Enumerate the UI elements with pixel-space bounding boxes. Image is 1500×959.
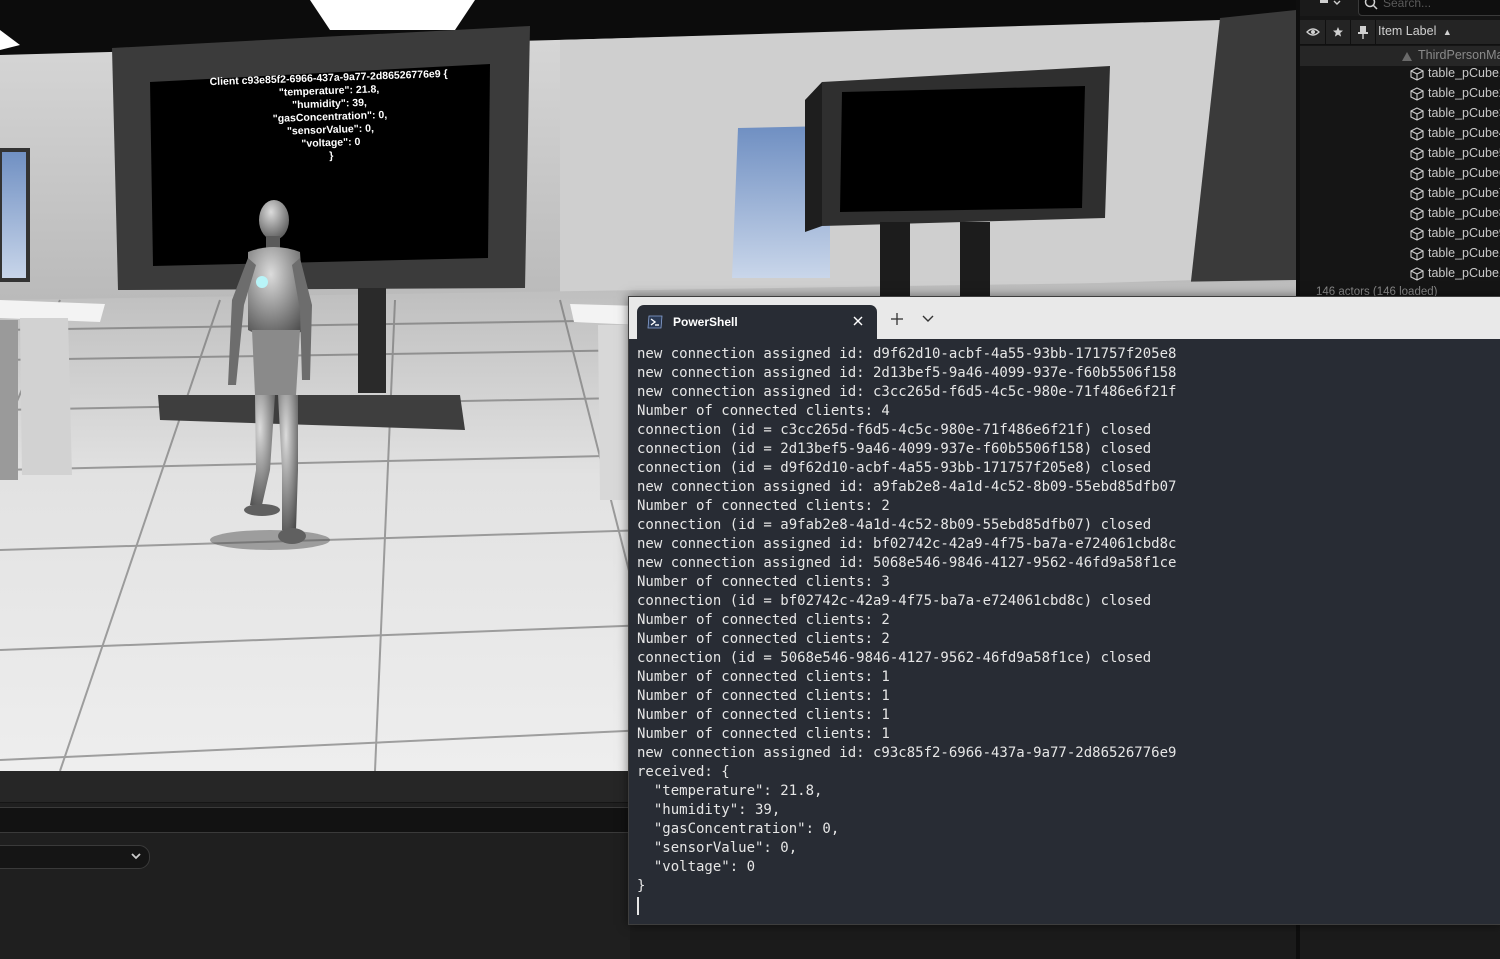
- static-mesh-icon: [1410, 67, 1424, 81]
- terminal-line: Number of connected clients: 1: [637, 726, 890, 742]
- pin-column[interactable]: [1351, 20, 1376, 44]
- outliner-item[interactable]: table_pCube10: [1300, 244, 1500, 264]
- terminal-line: "humidity": 39,: [637, 802, 781, 818]
- outliner-item-label: table_pCube11: [1428, 266, 1500, 280]
- terminal-line: connection (id = d9f62d10-acbf-4a55-93bb…: [637, 460, 1152, 476]
- search-placeholder: Search...: [1383, 0, 1432, 10]
- terminal-line: Number of connected clients: 1: [637, 688, 890, 704]
- static-mesh-icon: [1410, 267, 1424, 281]
- terminal-line: connection (id = bf02742c-42a9-4f75-ba7a…: [637, 593, 1152, 609]
- bottom-panel: [0, 771, 630, 959]
- outliner-parent-row[interactable]: ThirdPersonMap: [1300, 46, 1500, 66]
- outliner-item[interactable]: table_pCube3: [1300, 104, 1500, 124]
- tab-powershell[interactable]: PowerShell: [637, 305, 877, 339]
- console-input-bar[interactable]: [0, 807, 630, 833]
- outliner-item-label: table_pCube6: [1428, 166, 1500, 180]
- outliner-panel: Search... Item Label ▲ ThirdPersonM tabl…: [1296, 0, 1500, 296]
- outliner-item-label: table_pCube4: [1428, 126, 1500, 140]
- terminal-output[interactable]: new connection assigned id: d9f62d10-acb…: [637, 345, 1500, 924]
- terminal-line: received: {: [637, 764, 730, 780]
- powershell-icon: [647, 315, 663, 329]
- outliner-item-label: table_pCube1: [1428, 66, 1500, 80]
- outliner-item-label: table_pCube7: [1428, 186, 1500, 200]
- terminal-line: new connection assigned id: a9fab2e8-4a1…: [637, 479, 1177, 495]
- map-icon: [1402, 52, 1412, 61]
- outliner-item[interactable]: table_pCube4: [1300, 124, 1500, 144]
- favorite-column[interactable]: [1326, 20, 1351, 44]
- terminal-line: new connection assigned id: d9f62d10-acb…: [637, 346, 1177, 362]
- outliner-toolbar: Search...: [1300, 0, 1500, 16]
- sort-ascending-icon: ▲: [1442, 27, 1452, 37]
- terminal-line: connection (id = 5068e546-9846-4127-9562…: [637, 650, 1152, 666]
- outliner-item-label: table_pCube3: [1428, 106, 1500, 120]
- chevron-down-icon[interactable]: [921, 313, 935, 325]
- bottom-dropdown[interactable]: [0, 845, 150, 869]
- close-icon[interactable]: [851, 314, 865, 328]
- outliner-item[interactable]: table_pCube5: [1300, 144, 1500, 164]
- static-mesh-icon: [1410, 247, 1424, 261]
- terminal-line: new connection assigned id: 2d13bef5-9a4…: [637, 365, 1177, 381]
- tab-title: PowerShell: [673, 315, 738, 329]
- outliner-item-label: table_pCube10: [1428, 246, 1500, 260]
- item-label-text: Item Label: [1378, 24, 1437, 38]
- terminal-line: Number of connected clients: 2: [637, 498, 890, 514]
- outliner-item[interactable]: table_pCube6: [1300, 164, 1500, 184]
- eye-icon: [1305, 28, 1320, 36]
- pin-icon: [1358, 26, 1368, 39]
- terminal-line: new connection assigned id: 5068e546-984…: [637, 555, 1177, 571]
- outliner-item-label: table_pCube2: [1428, 86, 1500, 100]
- terminal-line: Number of connected clients: 1: [637, 707, 890, 723]
- terminal-line: new connection assigned id: c3cc265d-f6d…: [637, 384, 1177, 400]
- static-mesh-icon: [1410, 187, 1424, 201]
- outliner-item-label: table_pCube8: [1428, 206, 1500, 220]
- monitor-display-text: Client c93e85f2-6966-437a-9a77-2d8652677…: [184, 67, 477, 168]
- terminal-line: connection (id = 2d13bef5-9a46-4099-937e…: [637, 441, 1152, 457]
- text-cursor: [637, 897, 639, 915]
- outliner-item[interactable]: table_pCube11: [1300, 264, 1500, 284]
- static-mesh-icon: [1410, 207, 1424, 221]
- plus-icon[interactable]: [889, 311, 905, 327]
- terminal-line: Number of connected clients: 2: [637, 612, 890, 628]
- static-mesh-icon: [1410, 227, 1424, 241]
- outliner-item-label: table_pCube5: [1428, 146, 1500, 160]
- outliner-footer: 146 actors (146 loaded): [1316, 286, 1438, 296]
- terminal-line: "voltage": 0: [637, 859, 756, 875]
- static-mesh-icon: [1410, 107, 1424, 121]
- outliner-search-input[interactable]: Search...: [1358, 0, 1500, 16]
- terminal-line: Number of connected clients: 3: [637, 574, 890, 590]
- terminal-line: connection (id = c3cc265d-f6d5-4c5c-980e…: [637, 422, 1152, 438]
- outliner-item[interactable]: table_pCube1: [1300, 64, 1500, 84]
- bottom-toolbar: [0, 771, 630, 803]
- static-mesh-icon: [1410, 127, 1424, 141]
- terminal-titlebar: PowerShell: [629, 297, 1500, 339]
- terminal-line: connection (id = a9fab2e8-4a1d-4c52-8b09…: [637, 517, 1152, 533]
- outliner-header: Item Label ▲: [1300, 20, 1500, 45]
- terminal-line: "gasConcentration": 0,: [637, 821, 840, 837]
- outliner-item[interactable]: table_pCube7: [1300, 184, 1500, 204]
- outliner-item-label: table_pCube9: [1428, 226, 1500, 240]
- static-mesh-icon: [1410, 87, 1424, 101]
- terminal-line: }: [637, 878, 646, 894]
- filter-icon[interactable]: [1318, 0, 1342, 8]
- chevron-down-icon: [131, 853, 141, 860]
- static-mesh-icon: [1410, 167, 1424, 181]
- search-icon: [1364, 0, 1378, 10]
- outliner-item[interactable]: table_pCube8: [1300, 204, 1500, 224]
- terminal-line: new connection assigned id: bf02742c-42a…: [637, 536, 1177, 552]
- star-icon: [1333, 27, 1343, 37]
- outliner-parent-label: ThirdPersonMap: [1418, 48, 1500, 62]
- terminal-line: "sensorValue": 0,: [637, 840, 798, 856]
- terminal-line: Number of connected clients: 2: [637, 631, 890, 647]
- terminal-line: new connection assigned id: c93c85f2-696…: [637, 745, 1177, 761]
- visibility-column[interactable]: [1300, 20, 1326, 44]
- terminal-line: "temperature": 21.8,: [637, 783, 823, 799]
- outliner-item[interactable]: table_pCube9: [1300, 224, 1500, 244]
- item-label-column[interactable]: Item Label ▲: [1378, 24, 1452, 38]
- static-mesh-icon: [1410, 147, 1424, 161]
- outliner-item[interactable]: table_pCube2: [1300, 84, 1500, 104]
- powershell-window[interactable]: PowerShell new connection assigned id: d…: [628, 296, 1500, 925]
- terminal-line: Number of connected clients: 4: [637, 403, 890, 419]
- terminal-prompt-line[interactable]: [637, 896, 1500, 915]
- terminal-line: Number of connected clients: 1: [637, 669, 890, 685]
